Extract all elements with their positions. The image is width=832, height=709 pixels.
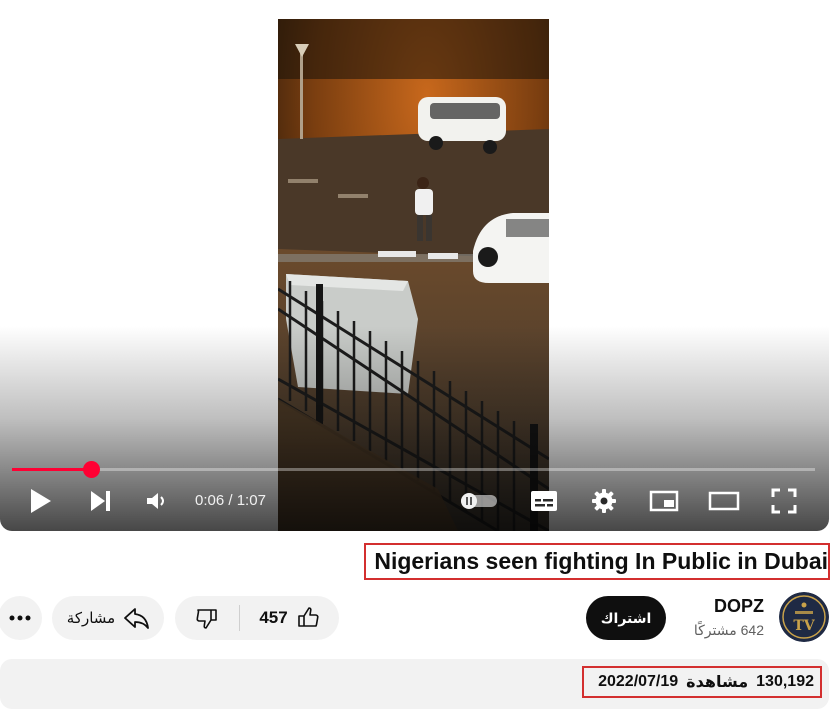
miniplayer-icon bbox=[649, 490, 679, 512]
video-player[interactable]: 0:06 / 1:07 bbox=[0, 0, 829, 531]
video-frame[interactable] bbox=[278, 19, 549, 531]
share-label: مشاركة bbox=[66, 610, 116, 627]
miniplayer-button[interactable] bbox=[648, 483, 680, 519]
more-actions-button[interactable] bbox=[0, 596, 42, 640]
progress-bar[interactable] bbox=[12, 461, 815, 478]
more-horizontal-icon bbox=[9, 615, 31, 621]
mute-button[interactable] bbox=[142, 483, 170, 519]
theater-mode-button[interactable] bbox=[707, 483, 741, 519]
like-button[interactable]: 457 bbox=[240, 596, 339, 640]
subtitles-button[interactable] bbox=[528, 483, 560, 519]
gear-icon bbox=[592, 489, 616, 513]
channel-name[interactable]: DOPZ bbox=[714, 596, 764, 617]
subscribe-button[interactable]: اشتراك bbox=[586, 596, 666, 640]
upload-date: 2022/07/19 bbox=[598, 673, 679, 690]
progress-scrubber[interactable] bbox=[82, 461, 100, 478]
thumbs-down-icon bbox=[196, 609, 217, 629]
avatar-logo: TV bbox=[779, 592, 829, 642]
stats-highlight-box: 130,192 مشاهدة 2022/07/19 bbox=[582, 666, 822, 698]
thumbs-up-icon bbox=[297, 607, 319, 627]
current-time: 0:06 bbox=[195, 492, 225, 509]
video-scene bbox=[278, 19, 549, 531]
avatar-text: TV bbox=[793, 618, 815, 634]
fullscreen-button[interactable] bbox=[768, 483, 800, 519]
share-button[interactable]: مشاركة bbox=[52, 596, 164, 640]
title-highlight-box: Nigerians seen fighting In Public in Dub… bbox=[364, 543, 830, 580]
play-button[interactable] bbox=[24, 483, 56, 519]
settings-button[interactable] bbox=[588, 483, 620, 519]
view-count: 130,192 bbox=[756, 673, 814, 690]
next-icon bbox=[91, 491, 110, 511]
next-button[interactable] bbox=[84, 483, 116, 519]
time-separator: / bbox=[228, 492, 237, 509]
subscriber-count: 642 مشتركًا bbox=[693, 622, 764, 638]
views-label: مشاهدة bbox=[686, 674, 749, 691]
autoplay-toggle-icon bbox=[461, 493, 497, 509]
autoplay-toggle[interactable] bbox=[458, 483, 500, 519]
like-dislike-group: 457 bbox=[175, 596, 339, 640]
like-count: 457 bbox=[259, 608, 288, 627]
theater-icon bbox=[708, 491, 740, 511]
fullscreen-icon bbox=[771, 488, 797, 514]
duration: 1:07 bbox=[236, 492, 266, 509]
subtitles-icon bbox=[531, 491, 557, 511]
progress-fill bbox=[12, 468, 91, 471]
dislike-button[interactable] bbox=[175, 596, 239, 640]
volume-icon bbox=[147, 493, 164, 509]
time-display: 0:06 / 1:07 bbox=[195, 492, 266, 509]
play-icon bbox=[31, 489, 51, 513]
channel-avatar[interactable]: TV bbox=[779, 592, 829, 642]
video-title: Nigerians seen fighting In Public in Dub… bbox=[374, 548, 828, 574]
share-icon bbox=[124, 608, 150, 629]
